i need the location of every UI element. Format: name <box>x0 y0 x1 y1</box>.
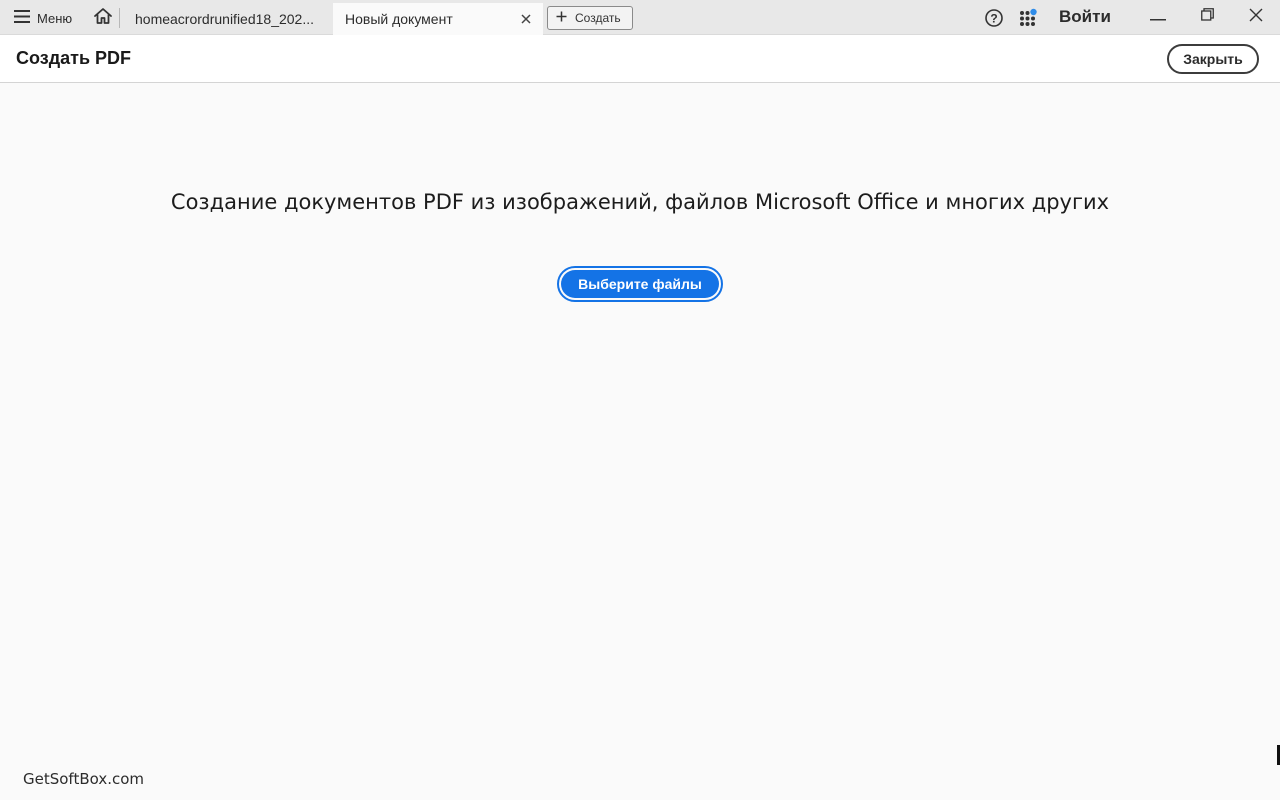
apps-button[interactable] <box>1018 8 1038 28</box>
home-icon <box>93 7 113 30</box>
hamburger-icon <box>14 10 30 26</box>
help-icon: ? <box>984 9 1004 32</box>
choose-files-focus-ring: Выберите файлы <box>557 266 723 302</box>
signin-button[interactable]: Войти <box>1059 7 1111 27</box>
home-button[interactable] <box>90 5 116 31</box>
tool-header: Создать PDF Закрыть <box>0 35 1280 83</box>
help-button[interactable]: ? <box>984 8 1004 28</box>
tab-new-document[interactable]: Новый документ <box>333 3 543 35</box>
tab-label: homeacrordrunified18_202... <box>135 11 315 27</box>
restore-icon <box>1200 8 1214 26</box>
plus-icon <box>556 11 567 25</box>
minimize-button[interactable] <box>1145 4 1171 30</box>
create-pdf-headline: Создание документов PDF из изображений, … <box>170 190 1110 214</box>
create-tab-button[interactable]: Создать <box>547 6 633 30</box>
svg-text:?: ? <box>990 12 997 26</box>
minimize-icon <box>1150 8 1166 26</box>
tab-separator <box>119 8 120 28</box>
page-title: Создать PDF <box>16 48 132 68</box>
close-tool-button[interactable]: Закрыть <box>1167 44 1259 74</box>
apps-grid-icon <box>1018 8 1038 32</box>
tab-document[interactable]: homeacrordrunified18_202... <box>124 3 330 35</box>
watermark: GetSoftBox.com <box>23 770 145 788</box>
window-close-button[interactable] <box>1243 4 1269 30</box>
close-icon <box>1249 8 1263 27</box>
create-label: Создать <box>575 11 621 25</box>
title-bar: Меню homeacrordrunified18_202... Новый д… <box>0 0 1280 35</box>
choose-files-button[interactable]: Выберите файлы <box>561 270 719 298</box>
tab-label: Новый документ <box>345 11 453 27</box>
maximize-button[interactable] <box>1194 4 1220 30</box>
menu-button[interactable]: Меню <box>8 5 78 31</box>
close-icon[interactable] <box>517 10 535 28</box>
menu-label: Меню <box>37 10 73 26</box>
